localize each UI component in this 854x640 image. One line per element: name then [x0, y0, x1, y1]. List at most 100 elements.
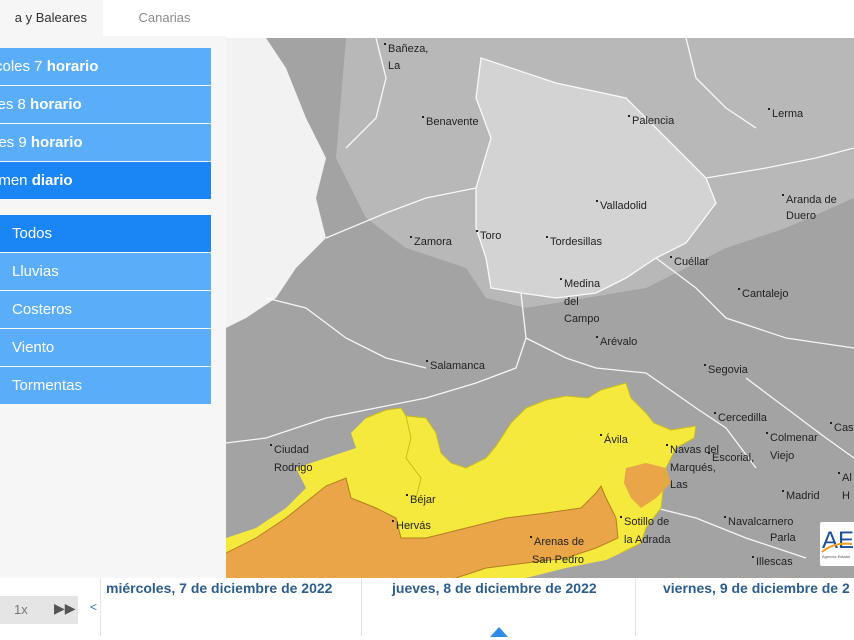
city-label: Béjar	[406, 494, 436, 507]
city-label: La	[388, 60, 400, 73]
day-menu-label: rcoles 7	[0, 58, 43, 75]
city-label: Las	[670, 479, 688, 492]
city-label: Cercedilla	[714, 412, 767, 425]
timeline-day-wednesday[interactable]: miércoles, 7 de diciembre de 2022	[106, 580, 332, 596]
city-name: Bañeza,	[388, 43, 429, 55]
city-name: Parla	[770, 532, 796, 544]
city-label: Hervás	[392, 520, 431, 533]
city-label: Ávila	[600, 434, 628, 447]
tab-peninsula-baleares[interactable]: a y Baleares	[0, 0, 103, 36]
day-menu-mode: horario	[30, 96, 82, 113]
city-name: Hervás	[396, 520, 431, 532]
tab-canarias[interactable]: Canarias	[103, 0, 226, 36]
day-menu-item-summary[interactable]: umen diario	[0, 162, 211, 199]
layer-lluvias[interactable]: Lluvias	[0, 253, 211, 290]
city-name: Lerma	[772, 108, 804, 120]
city-dot	[426, 360, 428, 362]
city-name: Illescas	[756, 556, 793, 568]
city-label: Aranda de	[782, 194, 837, 207]
city-dot	[410, 236, 412, 238]
left-panel: a y Baleares Canarias rcoles 7 horario v…	[0, 0, 226, 578]
city-label: Marqués,	[670, 462, 716, 475]
layer-todos[interactable]: Todos	[0, 215, 211, 252]
city-name: Las	[670, 479, 688, 491]
city-name: Rodrigo	[274, 462, 313, 474]
prev-day-arrow-icon[interactable]: <	[90, 600, 97, 614]
city-dot	[782, 490, 784, 492]
day-menu-item-wednesday[interactable]: rcoles 7 horario	[0, 48, 211, 85]
day-menu-mode: diario	[31, 172, 73, 189]
region-tabs: a y Baleares Canarias	[0, 0, 226, 36]
city-label: Salamanca	[426, 360, 485, 373]
city-label: Cantalejo	[738, 288, 788, 301]
city-dot	[628, 115, 630, 117]
city-label: Segovia	[704, 364, 748, 377]
city-label: Zamora	[410, 236, 452, 249]
city-label: Duero	[786, 210, 816, 223]
day-menu-item-thursday[interactable]: ves 8 horario	[0, 86, 211, 123]
city-name: Ciudad	[274, 444, 309, 456]
city-dot	[392, 520, 394, 522]
city-name: Tordesillas	[550, 236, 602, 248]
timeline-bar: 1x ▶▶ < miércoles, 7 de diciembre de 202…	[0, 578, 854, 640]
aemet-logo: AE Agencia Estatal	[820, 522, 854, 566]
day-menu-mode: horario	[30, 134, 83, 151]
city-name: Medina	[564, 278, 601, 290]
city-name: San Pedro	[532, 554, 584, 566]
city-name: Campo	[564, 313, 600, 325]
city-dot	[530, 536, 532, 538]
city-label: Toro	[476, 230, 501, 243]
city-label: Campo	[564, 313, 599, 326]
city-label: Palencia	[628, 115, 674, 128]
city-name: Béjar	[410, 494, 436, 506]
day-menu-item-friday[interactable]: nes 9 horario	[0, 124, 211, 161]
city-dot	[714, 412, 716, 414]
warning-map[interactable]: Bañeza, La Benavente Palencia Lerma Vall…	[226, 38, 854, 578]
city-name: Cas	[834, 422, 854, 434]
city-dot	[768, 108, 770, 110]
city-dot	[560, 278, 562, 280]
playback-controls: 1x ▶▶	[0, 596, 78, 624]
city-name: Palencia	[632, 115, 675, 127]
city-dot	[666, 444, 668, 446]
city-dot	[704, 364, 706, 366]
fast-forward-icon[interactable]: ▶▶	[54, 600, 76, 617]
city-name: Arenas de	[534, 536, 585, 548]
timeline-day-thursday[interactable]: jueves, 8 de diciembre de 2022	[392, 580, 597, 596]
city-name: Benavente	[426, 116, 479, 128]
current-day-marker-icon	[490, 627, 508, 637]
day-menu-mode: horario	[46, 58, 99, 75]
city-label: Benavente	[422, 116, 479, 129]
city-label: Lerma	[768, 108, 803, 121]
city-dot	[838, 472, 840, 474]
aemet-logo-text: Agencia Estatal	[822, 554, 850, 559]
city-name: Cercedilla	[718, 412, 767, 424]
layer-viento[interactable]: Viento	[0, 329, 211, 366]
layer-costeros[interactable]: Costeros	[0, 291, 211, 328]
timeline-day-friday[interactable]: viernes, 9 de diciembre de 2	[663, 580, 850, 596]
city-name: Valladolid	[600, 200, 647, 212]
city-label: Arévalo	[596, 336, 637, 349]
city-label: Arenas de	[530, 536, 584, 549]
city-name: del	[564, 296, 579, 308]
city-name: La	[388, 60, 401, 72]
city-name: Segovia	[708, 364, 748, 376]
aemet-logo-mark: AE	[821, 527, 854, 554]
city-name: Madrid	[786, 490, 820, 502]
city-name: Marqués,	[670, 462, 716, 474]
day-menu: rcoles 7 horario ves 8 horario nes 9 hor…	[0, 48, 211, 200]
timeline-divider	[100, 578, 101, 636]
speed-selector[interactable]: 1x	[14, 602, 28, 617]
day-menu-label: ves 8	[0, 96, 26, 113]
city-dot	[830, 422, 832, 424]
city-name: Ávila	[604, 434, 628, 446]
city-name: Escorial,	[712, 452, 755, 464]
city-name: Sotillo de	[624, 516, 670, 528]
layer-tormentas[interactable]: Tormentas	[0, 367, 211, 404]
city-label: Illescas	[752, 556, 793, 569]
map-canvas	[226, 38, 854, 578]
city-dot	[596, 336, 598, 338]
city-label: Madrid	[782, 490, 820, 503]
city-label: Parla	[770, 532, 796, 545]
city-label: Cas	[830, 422, 854, 435]
